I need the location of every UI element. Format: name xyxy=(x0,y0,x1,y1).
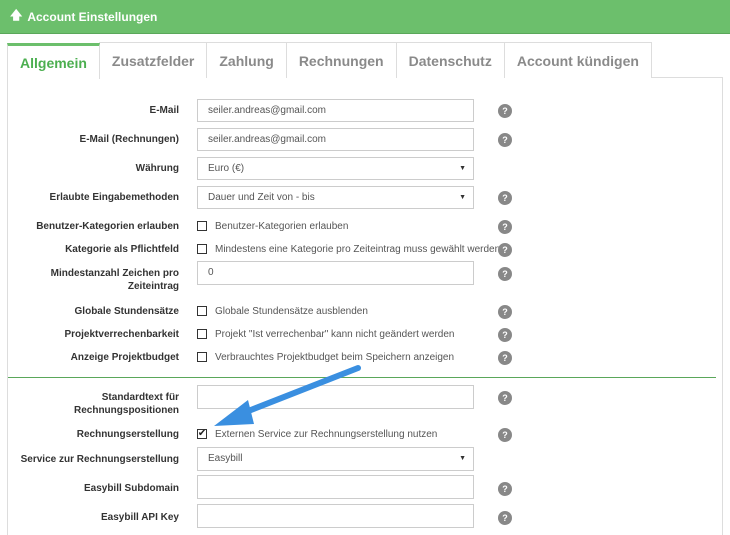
min-chars-label-line2: Zeiteintrag xyxy=(127,281,179,292)
currency-value: Euro (€) xyxy=(208,163,245,174)
help-icon[interactable]: ? xyxy=(498,133,512,147)
tab-account-kuendigen[interactable]: Account kündigen xyxy=(503,42,652,78)
user-categories-label: Benutzer-Kategorien erlauben xyxy=(36,221,179,232)
min-chars-label: Mindestanzahl Zeichen pro Zeiteintrag xyxy=(51,267,179,293)
project-budget-checkbox[interactable]: Verbrauchtes Projektbudget beim Speicher… xyxy=(197,350,454,364)
email-label: E-Mail xyxy=(149,105,179,116)
billability-text: Projekt "Ist verrechenbar" kann nicht ge… xyxy=(215,328,455,340)
default-text-label-line1: Standardtext für xyxy=(101,392,179,403)
currency-label: Währung xyxy=(135,163,179,174)
billability-checkbox[interactable]: Projekt "Ist verrechenbar" kann nicht ge… xyxy=(197,327,454,341)
checkbox-box[interactable] xyxy=(197,221,207,231)
invoice-service-value: Easybill xyxy=(208,453,243,464)
help-icon[interactable]: ? xyxy=(498,191,512,205)
invoice-service-select[interactable]: Easybill xyxy=(197,447,474,471)
checkbox-box[interactable] xyxy=(197,352,207,362)
arrow-up-icon[interactable]: 🡅 xyxy=(10,6,22,27)
tab-zusatzfelder[interactable]: Zusatzfelder xyxy=(98,42,208,78)
section-divider xyxy=(8,377,716,378)
tab-rechnungen[interactable]: Rechnungen xyxy=(285,42,397,78)
checkbox-box[interactable] xyxy=(197,306,207,316)
currency-select[interactable]: Euro (€) xyxy=(197,157,474,180)
checkbox-box[interactable] xyxy=(197,329,207,339)
project-budget-text: Verbrauchtes Projektbudget beim Speicher… xyxy=(215,351,455,363)
billability-label: Projektverrechenbarkeit xyxy=(64,329,179,340)
default-text-field[interactable] xyxy=(197,385,474,409)
invoice-service-label: Service zur Rechnungserstellung xyxy=(20,454,179,465)
invoice-creation-label: Rechnungserstellung xyxy=(76,429,179,440)
email-invoice-field[interactable]: seiler.andreas@gmail.com xyxy=(197,128,474,151)
help-icon[interactable]: ? xyxy=(498,511,512,525)
input-methods-label: Erlaubte Eingabemethoden xyxy=(49,192,179,203)
help-icon[interactable]: ? xyxy=(498,328,512,342)
help-icon[interactable]: ? xyxy=(498,428,512,442)
checkbox-box[interactable] xyxy=(197,244,207,254)
default-text-label-line2: Rechnungspositionen xyxy=(74,405,179,416)
help-icon[interactable]: ? xyxy=(498,482,512,496)
help-icon[interactable]: ? xyxy=(498,305,512,319)
help-icon[interactable]: ? xyxy=(498,104,512,118)
checkmark-icon[interactable]: ✔ xyxy=(197,429,207,439)
easybill-subdomain-field[interactable] xyxy=(197,475,474,499)
global-rates-label: Globale Stundensätze xyxy=(74,306,179,317)
user-categories-checkbox[interactable]: Benutzer-Kategorien erlauben xyxy=(197,219,348,233)
tab-allgemein[interactable]: Allgemein xyxy=(7,43,100,79)
help-icon[interactable]: ? xyxy=(498,267,512,281)
category-required-label: Kategorie als Pflichtfeld xyxy=(65,244,179,255)
help-icon[interactable]: ? xyxy=(498,351,512,365)
tab-datenschutz[interactable]: Datenschutz xyxy=(395,42,505,78)
invoice-creation-checkbox[interactable]: ✔ Externen Service zur Rechnungserstellu… xyxy=(197,427,437,441)
user-categories-text: Benutzer-Kategorien erlauben xyxy=(215,220,349,232)
input-methods-select[interactable]: Dauer und Zeit von - bis xyxy=(197,186,474,209)
easybill-subdomain-label: Easybill Subdomain xyxy=(83,483,179,494)
category-required-text: Mindestens eine Kategorie pro Zeiteintra… xyxy=(215,243,501,255)
invoice-creation-text: Externen Service zur Rechnungserstellung… xyxy=(215,428,438,440)
tab-zahlung[interactable]: Zahlung xyxy=(206,42,287,78)
global-rates-checkbox[interactable]: Globale Stundensätze ausblenden xyxy=(197,304,368,318)
default-text-label: Standardtext für Rechnungspositionen xyxy=(74,391,179,417)
tab-bar: Allgemein Zusatzfelder Zahlung Rechnunge… xyxy=(7,42,723,79)
min-chars-field[interactable]: 0 xyxy=(197,261,474,285)
project-budget-label: Anzeige Projektbudget xyxy=(70,352,179,363)
global-rates-text: Globale Stundensätze ausblenden xyxy=(215,305,368,317)
email-invoice-label: E-Mail (Rechnungen) xyxy=(79,134,179,145)
page-title: Account Einstellungen xyxy=(27,9,158,24)
easybill-api-key-label: Easybill API Key xyxy=(101,512,179,523)
help-icon[interactable]: ? xyxy=(498,220,512,234)
email-field[interactable]: seiler.andreas@gmail.com xyxy=(197,99,474,122)
category-required-checkbox[interactable]: Mindestens eine Kategorie pro Zeiteintra… xyxy=(197,242,500,256)
page-header: 🡅 Account Einstellungen xyxy=(0,0,730,34)
min-chars-label-line1: Mindestanzahl Zeichen pro xyxy=(50,268,179,279)
settings-panel: E-Mail seiler.andreas@gmail.com ? E-Mail… xyxy=(7,78,723,535)
help-icon[interactable]: ? xyxy=(498,391,512,405)
input-methods-value: Dauer und Zeit von - bis xyxy=(208,192,315,203)
easybill-api-key-field[interactable] xyxy=(197,504,474,528)
help-icon[interactable]: ? xyxy=(498,243,512,257)
